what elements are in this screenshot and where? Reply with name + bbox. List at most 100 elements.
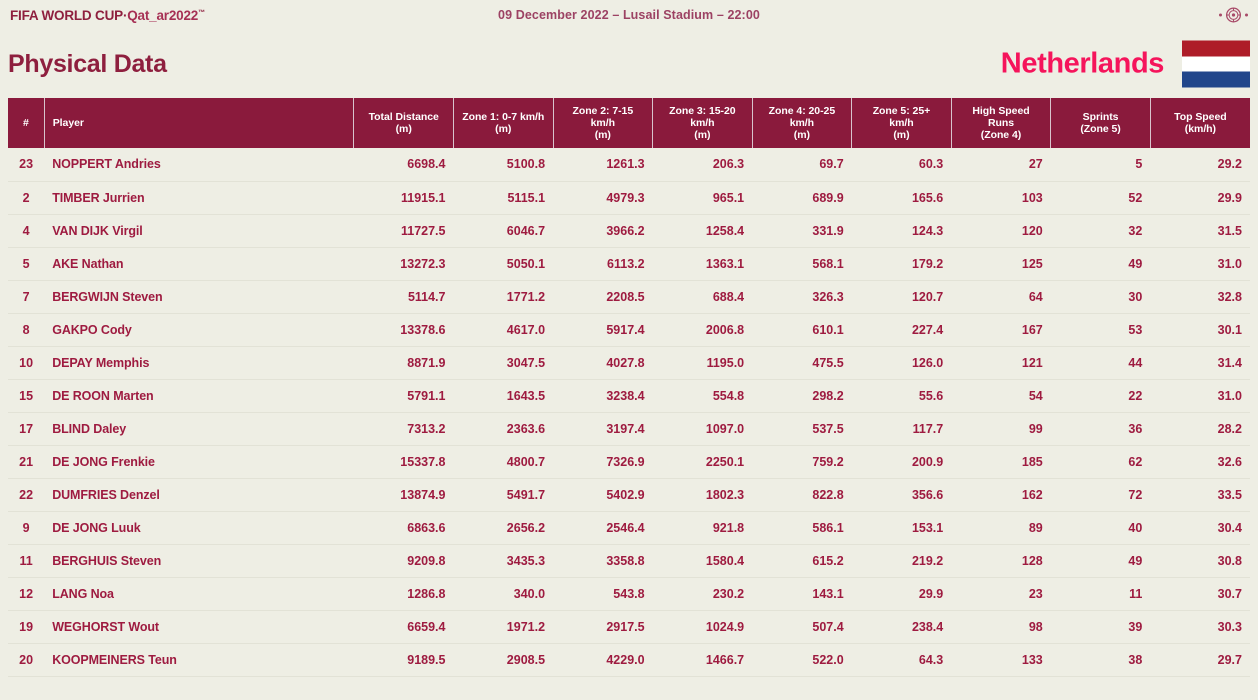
table-row[interactable]: 8 GAKPO Cody 13378.6 4617.0 5917.4 2006.8 610.… bbox=[8, 313, 1250, 347]
cell-player: TIMBER Jurrien bbox=[44, 181, 354, 215]
cell-topspeed: 29.7 bbox=[1150, 643, 1250, 677]
cell-zone4: 331.9 bbox=[752, 214, 852, 248]
netherlands-flag-icon bbox=[1182, 40, 1250, 88]
cell-zone1: 2908.5 bbox=[453, 643, 554, 677]
fifa-logo-main-text: FIFA WORLD CUP bbox=[10, 7, 123, 23]
cell-zone2: 543.8 bbox=[553, 577, 653, 611]
table-row[interactable]: 10 DEPAY Memphis 8871.9 3047.5 4027.8 1195.0 4… bbox=[8, 346, 1250, 380]
cell-zone5: 356.6 bbox=[851, 478, 952, 512]
cell-topspeed: 29.2 bbox=[1150, 148, 1250, 182]
cell-zone5: 153.1 bbox=[851, 511, 952, 545]
column-header-unit: (Zone 5) bbox=[1080, 123, 1121, 136]
cell-zone1: 1643.5 bbox=[453, 379, 554, 413]
cell-zone4: 522.0 bbox=[752, 643, 852, 677]
cell-player: VAN DIJK Virgil bbox=[44, 214, 354, 248]
column-header-zone1[interactable]: Zone 1: 0-7 km/h (m) bbox=[453, 98, 554, 149]
column-header-topspeed[interactable]: Top Speed (km/h) bbox=[1150, 98, 1250, 149]
fifa-logo-qatar-text: Qat_ar2022 bbox=[127, 7, 199, 23]
cell-num: 12 bbox=[8, 577, 45, 611]
trademark-symbol: ™ bbox=[198, 9, 205, 16]
cell-zone1: 2363.6 bbox=[453, 412, 554, 446]
cell-total: 11727.5 bbox=[353, 214, 454, 248]
column-header-unit: (m) bbox=[893, 129, 910, 142]
cell-zone1: 340.0 bbox=[453, 577, 554, 611]
cell-zone3: 688.4 bbox=[652, 280, 753, 314]
top-bar: FIFA WORLD CUP·Qat_ar2022™ 09 December 2… bbox=[0, 0, 1258, 30]
cell-num: 8 bbox=[8, 313, 45, 347]
cell-zone1: 5050.1 bbox=[453, 247, 554, 281]
cell-zone4: 507.4 bbox=[752, 610, 852, 644]
cell-total: 5114.7 bbox=[353, 280, 454, 314]
table-row[interactable]: 5 AKE Nathan 13272.3 5050.1 6113.2 1363.1 568.… bbox=[8, 247, 1250, 281]
table-row[interactable]: 12 LANG Noa 1286.8 340.0 543.8 230.2 143.1 29.9… bbox=[8, 577, 1250, 611]
flag-band-blue bbox=[1182, 71, 1250, 88]
table-row[interactable]: 20 KOOPMEINERS Teun 9189.5 2908.5 4229.0 1466… bbox=[8, 643, 1250, 677]
cell-player: DE JONG Frenkie bbox=[44, 445, 354, 479]
cell-zone3: 1363.1 bbox=[652, 247, 753, 281]
cell-zone5: 227.4 bbox=[851, 313, 952, 347]
cell-zone1: 1971.2 bbox=[453, 610, 554, 644]
cell-zone4: 822.8 bbox=[752, 478, 852, 512]
cell-sprints: 52 bbox=[1050, 181, 1151, 215]
table-row[interactable]: 2 TIMBER Jurrien 11915.1 5115.1 4979.3 965.1 6… bbox=[8, 181, 1250, 215]
cell-zone4: 759.2 bbox=[752, 445, 852, 479]
cell-player: DUMFRIES Denzel bbox=[44, 478, 354, 512]
column-header-label: Zone 2: 7-15 km/h bbox=[572, 105, 634, 130]
column-header-zone2[interactable]: Zone 2: 7-15 km/h (m) bbox=[553, 98, 654, 149]
cell-total: 5791.1 bbox=[353, 379, 454, 413]
cell-zone3: 1195.0 bbox=[652, 346, 753, 380]
cell-zone2: 6113.2 bbox=[553, 247, 653, 281]
column-header-label: Zone 1: 0-7 km/h bbox=[462, 111, 545, 124]
table-row[interactable]: 21 DE JONG Frenkie 15337.8 4800.7 7326.9 2250… bbox=[8, 445, 1250, 479]
cell-zone3: 921.8 bbox=[652, 511, 753, 545]
cell-zone1: 5115.1 bbox=[453, 181, 554, 215]
cell-zone4: 69.7 bbox=[752, 148, 852, 182]
cell-num: 9 bbox=[8, 511, 45, 545]
column-header-player[interactable]: Player bbox=[44, 98, 355, 149]
cell-zone2: 4027.8 bbox=[553, 346, 653, 380]
table-row[interactable]: 7 BERGWIJN Steven 5114.7 1771.2 2208.5 688.4 3… bbox=[8, 280, 1250, 314]
cell-player: BLIND Daley bbox=[44, 412, 354, 446]
cell-zone1: 1771.2 bbox=[453, 280, 554, 314]
table-row[interactable]: 9 DE JONG Luuk 6863.6 2656.2 2546.4 921.8 586.… bbox=[8, 511, 1250, 545]
table-row[interactable]: 11 BERGHUIS Steven 9209.8 3435.3 3358.8 1580.… bbox=[8, 544, 1250, 578]
cell-topspeed: 29.9 bbox=[1150, 181, 1250, 215]
cell-sprints: 53 bbox=[1050, 313, 1151, 347]
cell-hsr: 128 bbox=[951, 544, 1051, 578]
cell-zone4: 475.5 bbox=[752, 346, 852, 380]
cell-zone2: 4979.3 bbox=[553, 181, 653, 215]
cell-num: 15 bbox=[8, 379, 45, 413]
column-header-hsr[interactable]: High Speed Runs (Zone 4) bbox=[951, 98, 1052, 149]
cell-zone2: 1261.3 bbox=[553, 148, 653, 182]
cell-zone5: 219.2 bbox=[851, 544, 952, 578]
table-row[interactable]: 15 DE ROON Marten 5791.1 1643.5 3238.4 554.8 2… bbox=[8, 379, 1250, 413]
table-row[interactable]: 17 BLIND Daley 7313.2 2363.6 3197.4 1097.0 537… bbox=[8, 412, 1250, 446]
cell-hsr: 23 bbox=[951, 577, 1051, 611]
cell-zone2: 5402.9 bbox=[553, 478, 653, 512]
column-header-num[interactable]: # bbox=[8, 98, 45, 149]
column-header-sprints[interactable]: Sprints (Zone 5) bbox=[1050, 98, 1151, 149]
table-header: # Player Total Distance (m) Zone 1: 0-7 km/h… bbox=[8, 98, 1250, 149]
cell-zone1: 2656.2 bbox=[453, 511, 554, 545]
table-row[interactable]: 22 DUMFRIES Denzel 13874.9 5491.7 5402.9 1802… bbox=[8, 478, 1250, 512]
table-row[interactable]: 19 WEGHORST Wout 6659.4 1971.2 2917.5 1024.9 5… bbox=[8, 610, 1250, 644]
column-header-total[interactable]: Total Distance (m) bbox=[353, 98, 454, 149]
column-header-zone4[interactable]: Zone 4: 20-25 km/h (m) bbox=[752, 98, 853, 149]
table-row[interactable]: 23 NOPPERT Andries 6698.4 5100.8 1261.3 206.3… bbox=[8, 148, 1250, 182]
column-header-label: Zone 5: 25+ km/h bbox=[872, 105, 931, 130]
cell-num: 17 bbox=[8, 412, 45, 446]
column-header-zone3[interactable]: Zone 3: 15-20 km/h (m) bbox=[652, 98, 753, 149]
cell-zone1: 3435.3 bbox=[453, 544, 554, 578]
cell-num: 21 bbox=[8, 445, 45, 479]
fifa-world-cup-logo: FIFA WORLD CUP·Qat_ar2022™ bbox=[10, 8, 205, 23]
cell-topspeed: 32.8 bbox=[1150, 280, 1250, 314]
cell-zone3: 2006.8 bbox=[652, 313, 753, 347]
cell-zone2: 5917.4 bbox=[553, 313, 653, 347]
cell-sprints: 49 bbox=[1050, 544, 1151, 578]
column-header-zone5[interactable]: Zone 5: 25+ km/h (m) bbox=[851, 98, 952, 149]
table-row[interactable]: 4 VAN DIJK Virgil 11727.5 6046.7 3966.2 1258.… bbox=[8, 214, 1250, 248]
cell-zone1: 3047.5 bbox=[453, 346, 554, 380]
cell-zone3: 230.2 bbox=[652, 577, 753, 611]
cell-topspeed: 28.2 bbox=[1150, 412, 1250, 446]
cell-num: 2 bbox=[8, 181, 45, 215]
